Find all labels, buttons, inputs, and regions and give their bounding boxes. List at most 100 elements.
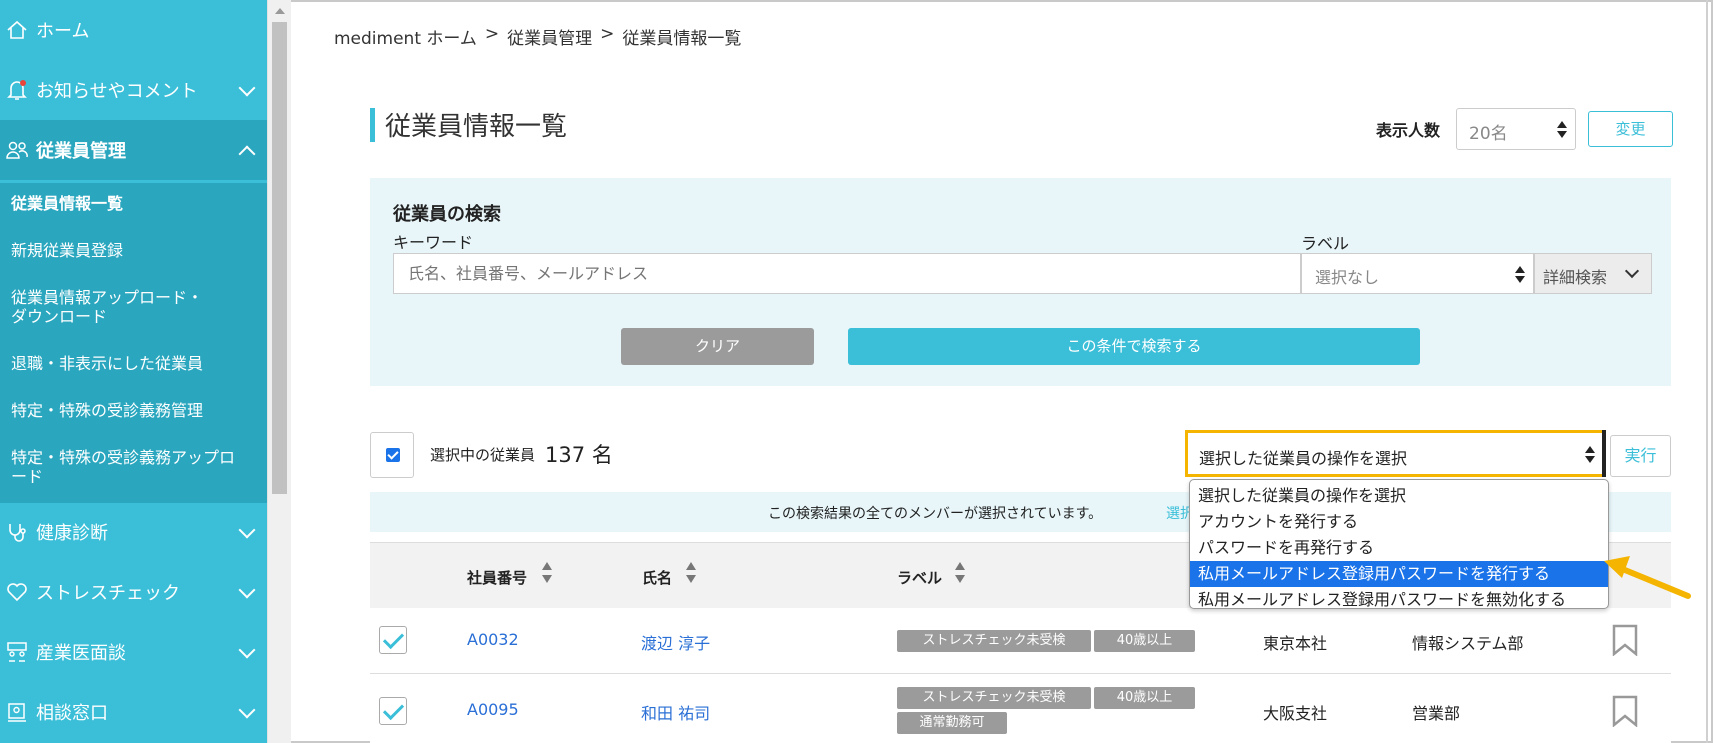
bookmark-icon[interactable] xyxy=(1612,624,1638,656)
search-submit-button[interactable]: この条件で検索する xyxy=(848,328,1420,365)
chat-icon xyxy=(2,701,32,723)
checkbox-checked-icon xyxy=(386,448,400,462)
breadcrumb-separator: > xyxy=(484,24,500,44)
office-cell: 大阪支社 xyxy=(1263,704,1328,723)
sidebar-item-notifications[interactable]: お知らせやコメント xyxy=(0,60,267,120)
sidebar-item-label: お知らせやコメント xyxy=(36,81,198,102)
column-header-employee-id[interactable]: 社員番号 xyxy=(467,567,527,588)
sidebar-item-label: ストレスチェック xyxy=(36,583,180,604)
sidebar-item-stress-check[interactable]: ストレスチェック xyxy=(0,562,267,622)
select-all-checkbox[interactable] xyxy=(370,432,414,478)
column-header-name[interactable]: 氏名 xyxy=(642,567,672,588)
sidebar-item-consultation[interactable]: 相談窓口 xyxy=(0,682,267,742)
sidebar: ホーム お知らせやコメント 従業員管理 従業員情報一覧 新規従業員登録 従業員情… xyxy=(0,0,267,743)
home-icon xyxy=(2,19,32,41)
employee-id-link[interactable]: A0032 xyxy=(467,630,519,649)
scrollbar-thumb[interactable] xyxy=(272,22,287,494)
label-select-value: 選択なし xyxy=(1315,268,1380,287)
chevron-down-icon[interactable] xyxy=(238,641,256,659)
bookmark-icon[interactable] xyxy=(1612,695,1638,727)
breadcrumb-home[interactable]: mediment ホーム xyxy=(334,24,477,49)
column-header-label[interactable]: ラベル xyxy=(897,567,942,588)
selected-count: 137 名 xyxy=(545,443,613,467)
dropdown-option[interactable]: 選択した従業員の操作を選択 xyxy=(1190,483,1608,509)
operation-select-value: 選択した従業員の操作を選択 xyxy=(1199,449,1408,468)
label-tag: 通常勤務可 xyxy=(897,712,1007,734)
title-accent-bar xyxy=(370,108,375,142)
dropdown-option[interactable]: パスワードを再発行する xyxy=(1190,535,1608,561)
people-icon xyxy=(2,139,32,161)
stethoscope-icon xyxy=(2,521,32,543)
select-edge xyxy=(1602,430,1606,477)
office-cell: 東京本社 xyxy=(1263,634,1328,653)
meeting-icon xyxy=(2,641,32,663)
bell-icon xyxy=(2,78,32,102)
execute-button[interactable]: 実行 xyxy=(1610,435,1671,477)
dropdown-option[interactable]: 私用メールアドレス登録用パスワードを無効化する xyxy=(1190,587,1608,613)
window-edge xyxy=(1706,0,1708,743)
selected-label: 選択中の従業員 xyxy=(430,446,536,464)
operation-dropdown-list: 選択した従業員の操作を選択 アカウントを発行する パスワードを再発行する 私用メ… xyxy=(1189,479,1609,609)
chevron-down-icon xyxy=(1624,263,1640,279)
submenu-item-upload-download[interactable]: 従業員情報アップロード・ダウンロード xyxy=(0,288,215,326)
label-label: ラベル xyxy=(1301,234,1350,253)
sidebar-item-label: 従業員管理 xyxy=(36,141,126,162)
change-button[interactable]: 変更 xyxy=(1588,111,1673,147)
selection-info-text: この検索結果の全てのメンバーが選択されています。 xyxy=(768,506,1103,522)
search-panel: 従業員の検索 キーワード ラベル 選択なし 詳細検索 クリア この条件で検索する xyxy=(370,178,1671,386)
dropdown-option-highlighted[interactable]: 私用メールアドレス登録用パスワードを発行する xyxy=(1190,561,1608,587)
sidebar-scrollbar[interactable] xyxy=(267,0,291,743)
keyword-label: キーワード xyxy=(393,233,474,252)
chevron-down-icon[interactable] xyxy=(238,701,256,719)
breadcrumb-current: 従業員情報一覧 xyxy=(622,29,742,49)
table-row: A0032 渡辺 淳子 ストレスチェック未受検 40歳以上 東京本社 情報システ… xyxy=(370,608,1671,674)
sidebar-item-employees[interactable]: 従業員管理 xyxy=(0,120,267,180)
breadcrumb-employees[interactable]: 従業員管理 xyxy=(507,24,592,49)
dropdown-option[interactable]: アカウントを発行する xyxy=(1190,509,1608,535)
submenu-item-employee-list[interactable]: 従業員情報一覧 xyxy=(0,194,267,213)
table-row: A0095 和田 祐司 ストレスチェック未受検 40歳以上 通常勤務可 大阪支社… xyxy=(370,675,1671,743)
label-select[interactable]: 選択なし xyxy=(1301,253,1534,294)
breadcrumb: mediment ホーム > 従業員管理 > 従業員情報一覧 xyxy=(334,24,741,49)
row-checkbox[interactable] xyxy=(379,697,407,725)
label-tag: ストレスチェック未受検 xyxy=(897,687,1091,709)
sidebar-item-label: ホーム xyxy=(36,21,90,42)
search-title: 従業員の検索 xyxy=(393,204,501,225)
label-tag: 40歳以上 xyxy=(1094,630,1195,652)
scroll-up-icon[interactable] xyxy=(275,8,285,14)
department-cell: 営業部 xyxy=(1412,704,1461,723)
chevron-down-icon[interactable] xyxy=(238,79,256,97)
page-title: 従業員情報一覧 xyxy=(385,112,568,142)
label-tag: ストレスチェック未受検 xyxy=(897,630,1091,652)
keyword-input[interactable] xyxy=(393,253,1301,294)
submenu-item-special-exam-upload[interactable]: 特定・特殊の受診義務アップロード xyxy=(0,448,250,486)
display-count-value: 20名 xyxy=(1469,124,1508,144)
row-checkbox[interactable] xyxy=(379,626,407,654)
employee-id-link[interactable]: A0095 xyxy=(467,700,519,719)
submenu-item-special-exam[interactable]: 特定・特殊の受診義務管理 xyxy=(0,401,267,420)
sidebar-item-health-check[interactable]: 健康診断 xyxy=(0,502,267,562)
display-count-select[interactable]: 20名 xyxy=(1456,108,1576,150)
submenu-item-retired[interactable]: 退職・非表示にした従業員 xyxy=(0,354,267,373)
breadcrumb-separator: > xyxy=(600,24,615,44)
label-tag: 40歳以上 xyxy=(1094,687,1195,709)
annotation-arrow-icon xyxy=(1604,556,1691,599)
sidebar-item-label: 相談窓口 xyxy=(36,703,108,724)
employee-name-link[interactable]: 和田 祐司 xyxy=(641,700,710,724)
employee-name-link[interactable]: 渡辺 淳子 xyxy=(641,630,710,654)
chevron-down-icon[interactable] xyxy=(238,521,256,539)
sidebar-item-label: 健康診断 xyxy=(36,523,108,544)
department-cell: 情報システム部 xyxy=(1412,634,1524,653)
operation-select[interactable]: 選択した従業員の操作を選択 xyxy=(1185,430,1606,477)
sidebar-item-label: 産業医面談 xyxy=(36,643,126,664)
clear-button[interactable]: クリア xyxy=(621,328,814,365)
heart-icon xyxy=(2,582,32,602)
submenu-item-new-employee[interactable]: 新規従業員登録 xyxy=(0,241,267,260)
display-count-label: 表示人数 xyxy=(1376,121,1441,140)
detail-search-label: 詳細検索 xyxy=(1543,268,1608,287)
sidebar-item-doctor-interview[interactable]: 産業医面談 xyxy=(0,622,267,682)
chevron-up-icon[interactable] xyxy=(238,145,256,163)
sidebar-item-home[interactable]: ホーム xyxy=(0,0,267,60)
detail-search-button[interactable]: 詳細検索 xyxy=(1534,253,1652,294)
chevron-down-icon[interactable] xyxy=(238,581,256,599)
